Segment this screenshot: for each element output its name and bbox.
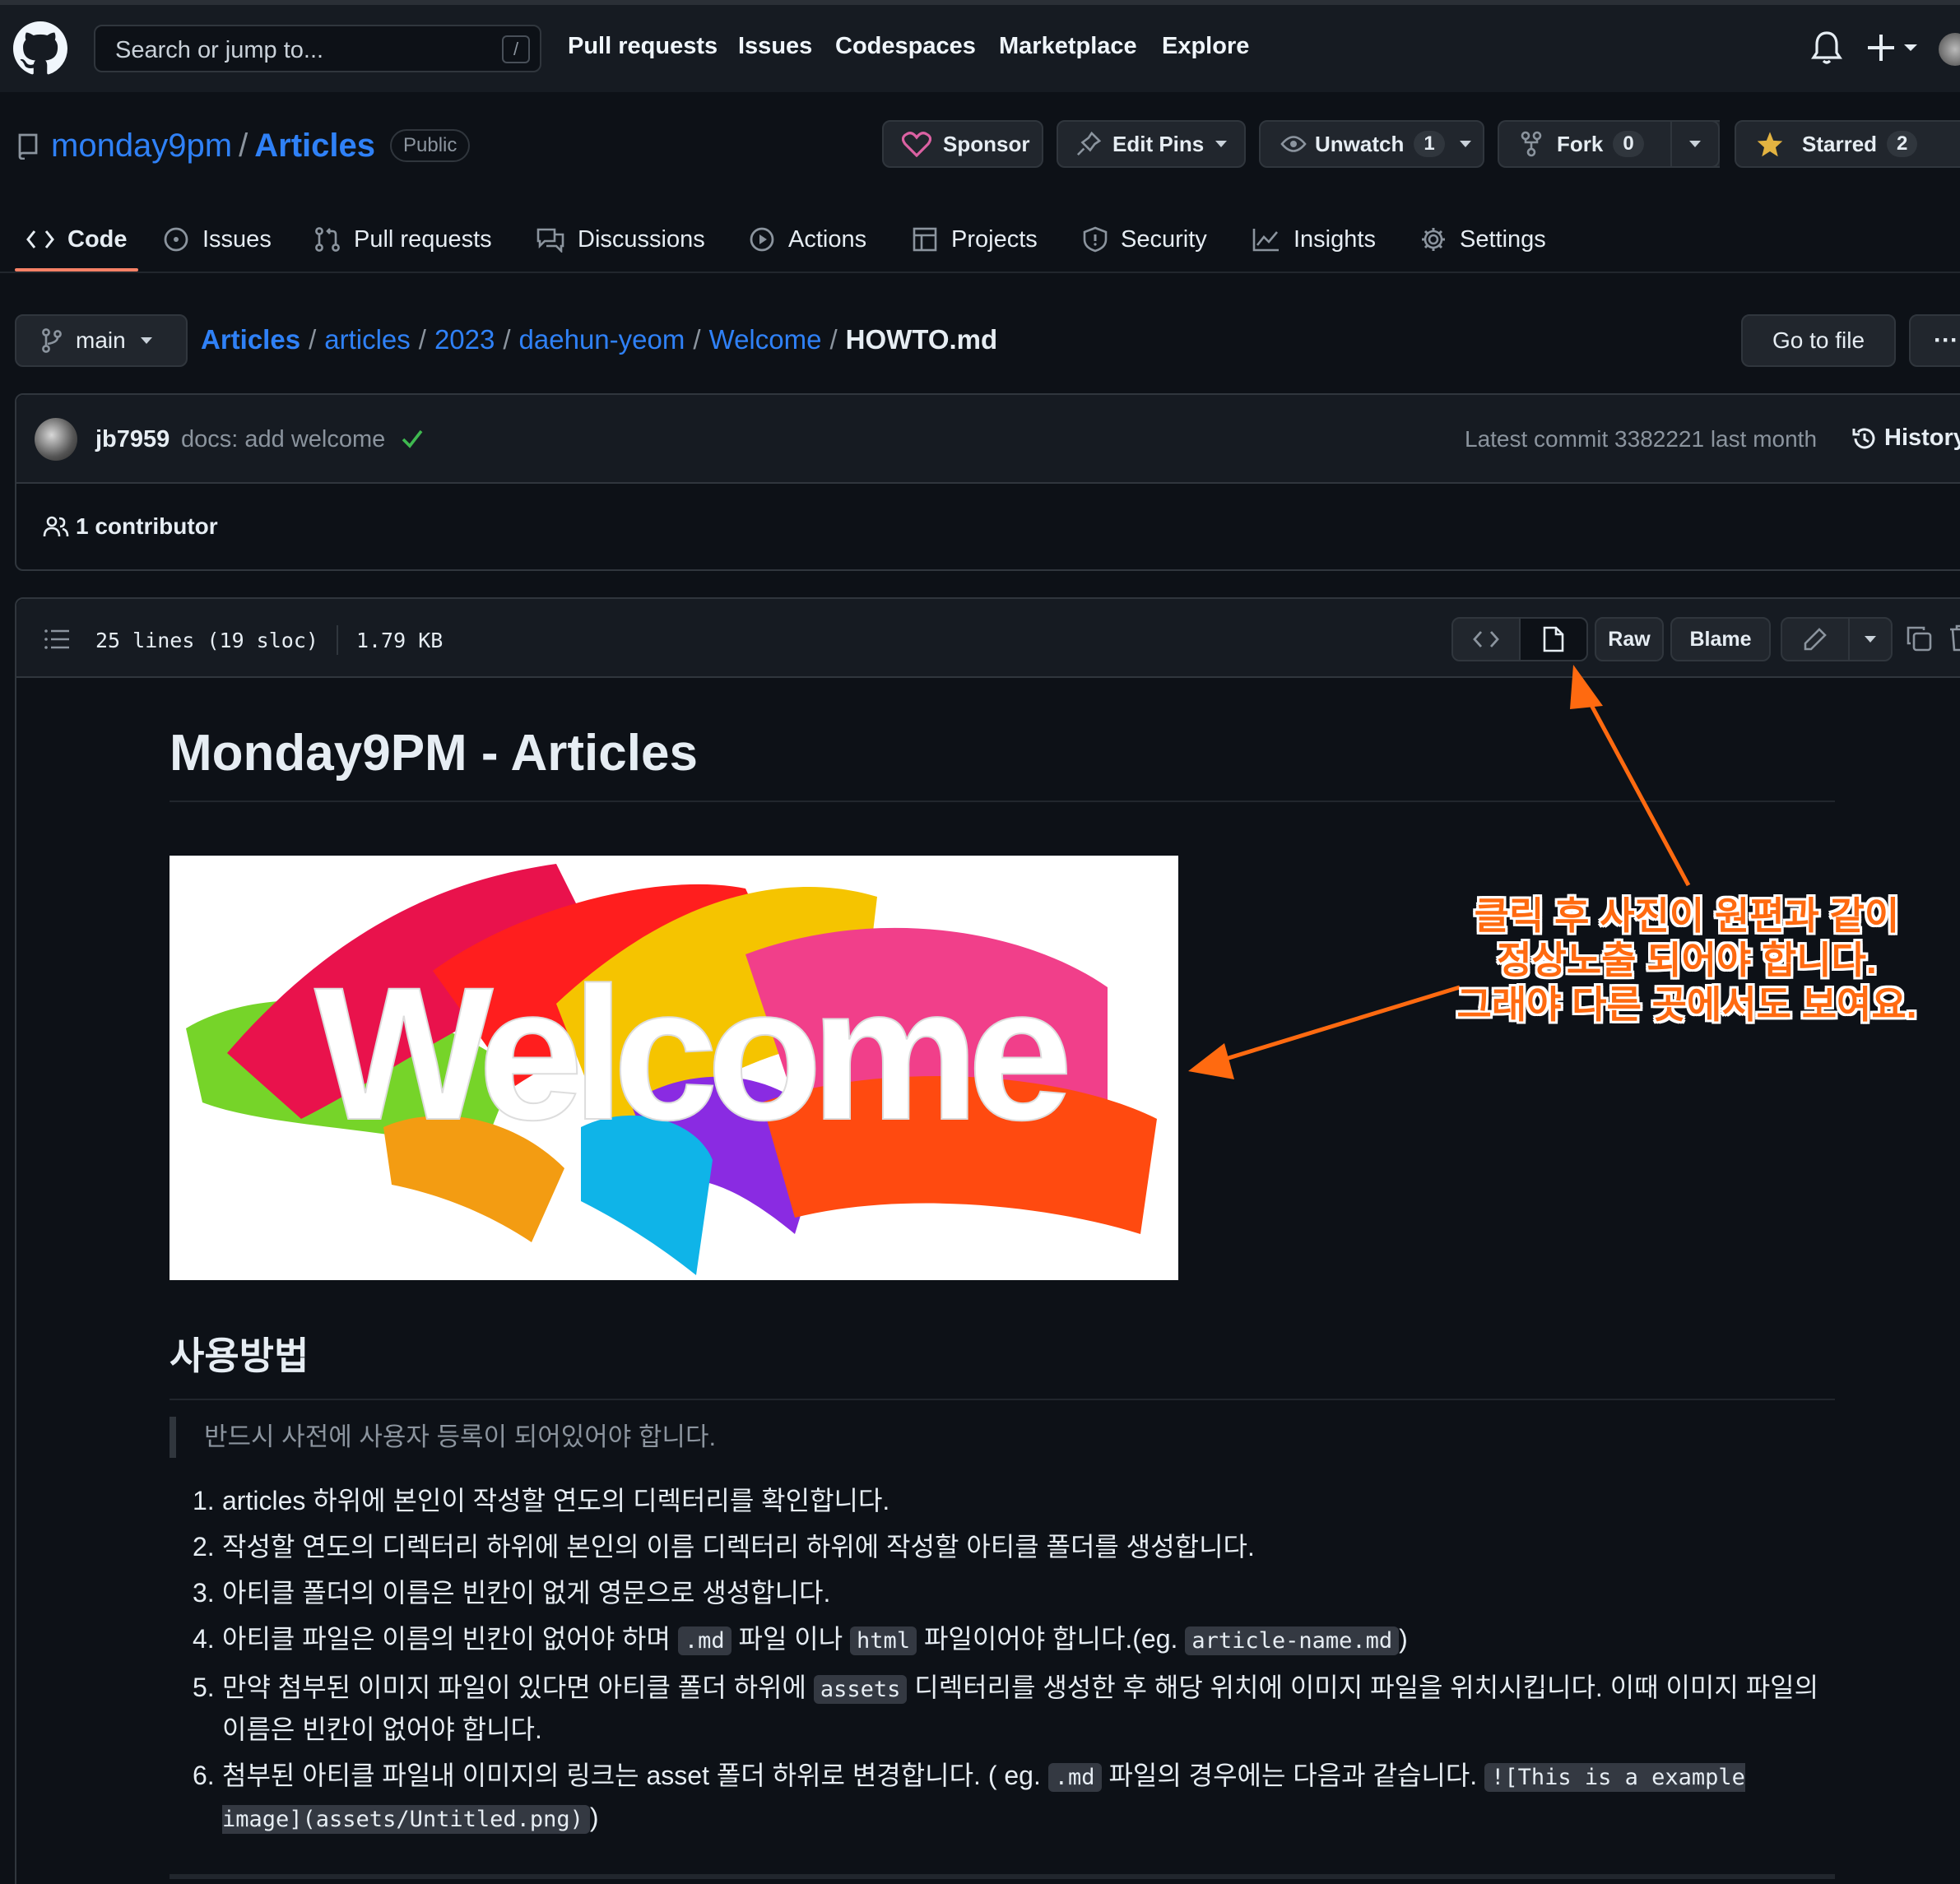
- annotation-line: 클릭 후 사진이 원편과 같이: [1474, 894, 1900, 937]
- annotation-line: 그래야 다른 곳에서도 보여요.: [1456, 983, 1917, 1026]
- arrow-head-left: [1188, 1043, 1234, 1079]
- annotation-text: 클릭 후 사진이 원편과 같이 정상노출 되어야 합니다. 그래야 다른 곳에서…: [1456, 893, 1917, 1027]
- arrow-head-up: [1570, 665, 1603, 709]
- annotation-line: 정상노출 되어야 합니다.: [1497, 939, 1877, 981]
